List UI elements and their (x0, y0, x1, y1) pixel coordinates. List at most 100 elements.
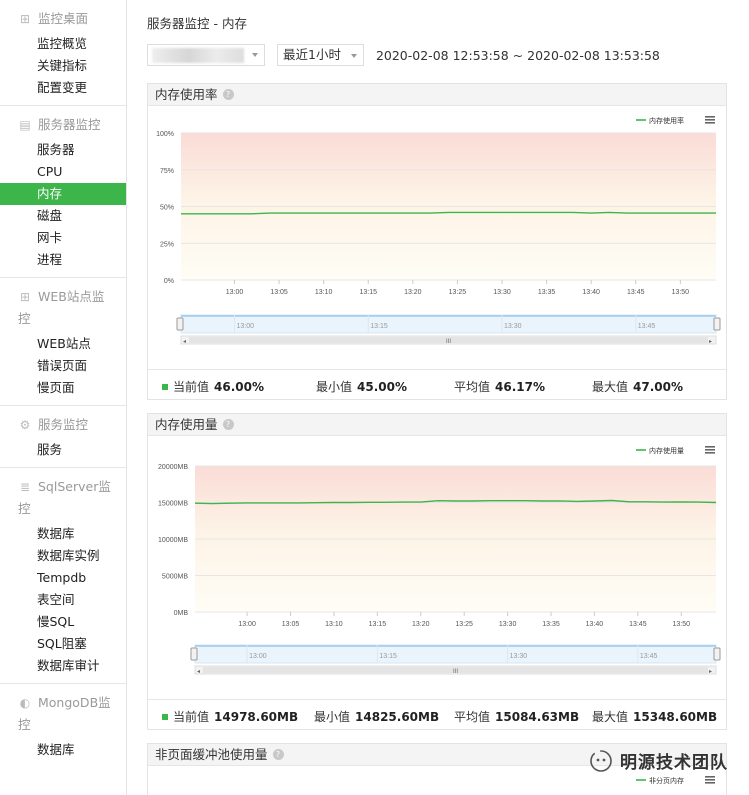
y-tick-label: 50% (160, 205, 174, 212)
sidebar-group-title[interactable]: ⊞ WEB站点监控 (0, 282, 126, 333)
help-icon[interactable]: ? (272, 749, 284, 760)
sidebar-item-cpu[interactable]: CPU (0, 161, 126, 183)
menu-icon-bar (705, 782, 715, 784)
menu-icon-bar (705, 122, 715, 124)
x-tick-label: 13:10 (315, 289, 333, 296)
y-tick-label: 75% (160, 168, 174, 175)
sidebar-group-title[interactable]: ⊞ 监控桌面 (0, 4, 126, 33)
time-range-text: 2020-02-08 12:53:58 ~ 2020-02-08 13:53:5… (375, 47, 660, 63)
stat-current: 当前值 14978.60MB (162, 708, 298, 725)
memory-amount-chart: 0MB 5000MB 10000MB 15000MB 20000MB 13:00 13:05… (158, 446, 721, 675)
y-tick-label: 25% (160, 241, 174, 248)
sidebar-item-disk[interactable]: 磁盘 (0, 205, 126, 227)
x-tick-label: 13:50 (672, 289, 690, 296)
sidebar-item-db-instance[interactable]: 数据库实例 (0, 545, 126, 567)
scrollbar-grip: III (453, 669, 458, 675)
panel-title: 内存使用率 (155, 86, 218, 102)
watermark: 明源技术团队 (590, 748, 728, 773)
x-tick-label: 13:30 (499, 621, 517, 628)
mongodb-icon: ◐ (19, 696, 31, 710)
x-tick-label: 13:40 (586, 621, 604, 628)
x-tick-label: 13:25 (455, 621, 473, 628)
memory-usage-rate-panel: 内存使用率 ? 0% 25% 50% 75% 100% 13:00 13:05 13:10 13… (147, 83, 727, 400)
wechat-icon (590, 749, 612, 772)
navigator-handle-right (713, 647, 721, 661)
legend-label: 内存使用率 (649, 116, 684, 125)
scroll-left-arrow: ◂ (197, 669, 200, 675)
menu-icon-bar (705, 119, 715, 121)
server-icon: ▤ (19, 118, 31, 132)
help-icon[interactable]: ? (222, 419, 234, 430)
series-marker (162, 714, 168, 720)
toolbar: 最近1小时 2020-02-08 12:53:58 ~ 2020-02-08 1… (147, 44, 660, 66)
sidebar-group-web: ⊞ WEB站点监控 WEB站点 错误页面 慢页面 (0, 278, 126, 406)
database-icon: ≣ (19, 480, 31, 494)
x-tick-label: 13:15 (359, 289, 377, 296)
stat-current: 当前值 46.00% (162, 378, 264, 395)
sidebar-item-database[interactable]: 数据库 (0, 523, 126, 545)
legend-label: 内存使用量 (649, 446, 684, 455)
y-tick-label: 0MB (174, 610, 189, 617)
sidebar-item-nic[interactable]: 网卡 (0, 227, 126, 249)
chevron-down-icon (252, 53, 258, 57)
sidebar-item-sql-block[interactable]: SQL阻塞 (0, 633, 126, 655)
x-tick-label: 13:40 (582, 289, 600, 296)
navigator-tick-label: 13:15 (370, 323, 388, 330)
navigator-tick-label: 13:15 (379, 653, 397, 660)
sidebar-item-slow-page[interactable]: 慢页面 (0, 377, 126, 399)
x-tick-label: 13:10 (325, 621, 343, 628)
y-tick-label: 10000MB (158, 537, 188, 544)
menu-icon-bar (705, 446, 715, 448)
help-icon[interactable]: ? (222, 89, 234, 100)
sidebar-item-server[interactable]: 服务器 (0, 139, 126, 161)
panel-title: 内存使用量 (155, 416, 218, 432)
legend-label: 非分页内存 (649, 776, 684, 785)
sidebar-item-memory[interactable]: 内存 (0, 183, 126, 205)
navigator-handle-left (176, 317, 184, 331)
sidebar-item-config-change[interactable]: 配置变更 (0, 77, 126, 99)
sidebar-item-db-audit[interactable]: 数据库审计 (0, 655, 126, 677)
menu-icon[interactable] (705, 446, 715, 454)
sidebar-item-tempdb[interactable]: Tempdb (0, 567, 126, 589)
desktop-icon: ⊞ (19, 12, 31, 26)
stats-bar: 当前值 14978.60MB 最小值 14825.60MB 平均值 15084.63M… (148, 699, 726, 729)
sidebar-group-title[interactable]: ≣ SqlServer监控 (0, 472, 126, 523)
series-marker (162, 384, 168, 390)
panel-header: 内存使用率 ? (148, 84, 726, 106)
sidebar-item-service[interactable]: 服务 (0, 439, 126, 461)
x-tick-label: 13:20 (412, 621, 430, 628)
app-window: ⊞ 监控桌面 监控概览 关键指标 配置变更 ▤ 服务器监控 服务器 CPU 内存… (0, 0, 749, 795)
server-select[interactable] (147, 44, 265, 66)
x-tick-label: 13:25 (449, 289, 467, 296)
x-tick-label: 13:35 (542, 621, 560, 628)
x-tick-label: 13:00 (238, 621, 256, 628)
x-tick-label: 13:35 (538, 289, 556, 296)
sidebar-group-title[interactable]: ⚙ 服务监控 (0, 410, 126, 439)
navigator-tick-label: 13:30 (510, 653, 528, 660)
sidebar-group-title[interactable]: ▤ 服务器监控 (0, 110, 126, 139)
y-tick-label: 0% (164, 278, 174, 285)
scroll-right-arrow: ▸ (709, 669, 712, 675)
navigator-tick-label: 13:45 (640, 653, 658, 660)
sidebar-item-slow-sql[interactable]: 慢SQL (0, 611, 126, 633)
sidebar-group-desktop: ⊞ 监控桌面 监控概览 关键指标 配置变更 (0, 0, 126, 106)
sidebar-group-mongodb: ◐ MongoDB监控 数据库 (0, 684, 126, 767)
sidebar-group-sqlserver: ≣ SqlServer监控 数据库 数据库实例 Tempdb 表空间 慢SQL S… (0, 468, 126, 684)
sidebar-item-key-metrics[interactable]: 关键指标 (0, 55, 126, 77)
sidebar-item-process[interactable]: 进程 (0, 249, 126, 271)
menu-icon[interactable] (705, 776, 715, 784)
scroll-left-arrow: ◂ (183, 339, 186, 345)
x-tick-label: 13:20 (404, 289, 422, 296)
sidebar-item-website[interactable]: WEB站点 (0, 333, 126, 355)
sidebar-item-tablespace[interactable]: 表空间 (0, 589, 126, 611)
menu-icon-bar (705, 452, 715, 454)
time-range-select[interactable]: 最近1小时 (277, 44, 364, 66)
navigator-tick-label: 13:45 (638, 323, 656, 330)
sidebar: ⊞ 监控桌面 监控概览 关键指标 配置变更 ▤ 服务器监控 服务器 CPU 内存… (0, 0, 127, 795)
sidebar-item-mongo-database[interactable]: 数据库 (0, 739, 126, 761)
sidebar-group-server: ▤ 服务器监控 服务器 CPU 内存 磁盘 网卡 进程 (0, 106, 126, 278)
sidebar-item-overview[interactable]: 监控概览 (0, 33, 126, 55)
sidebar-group-title[interactable]: ◐ MongoDB监控 (0, 688, 126, 739)
menu-icon[interactable] (705, 116, 715, 124)
sidebar-item-error-page[interactable]: 错误页面 (0, 355, 126, 377)
